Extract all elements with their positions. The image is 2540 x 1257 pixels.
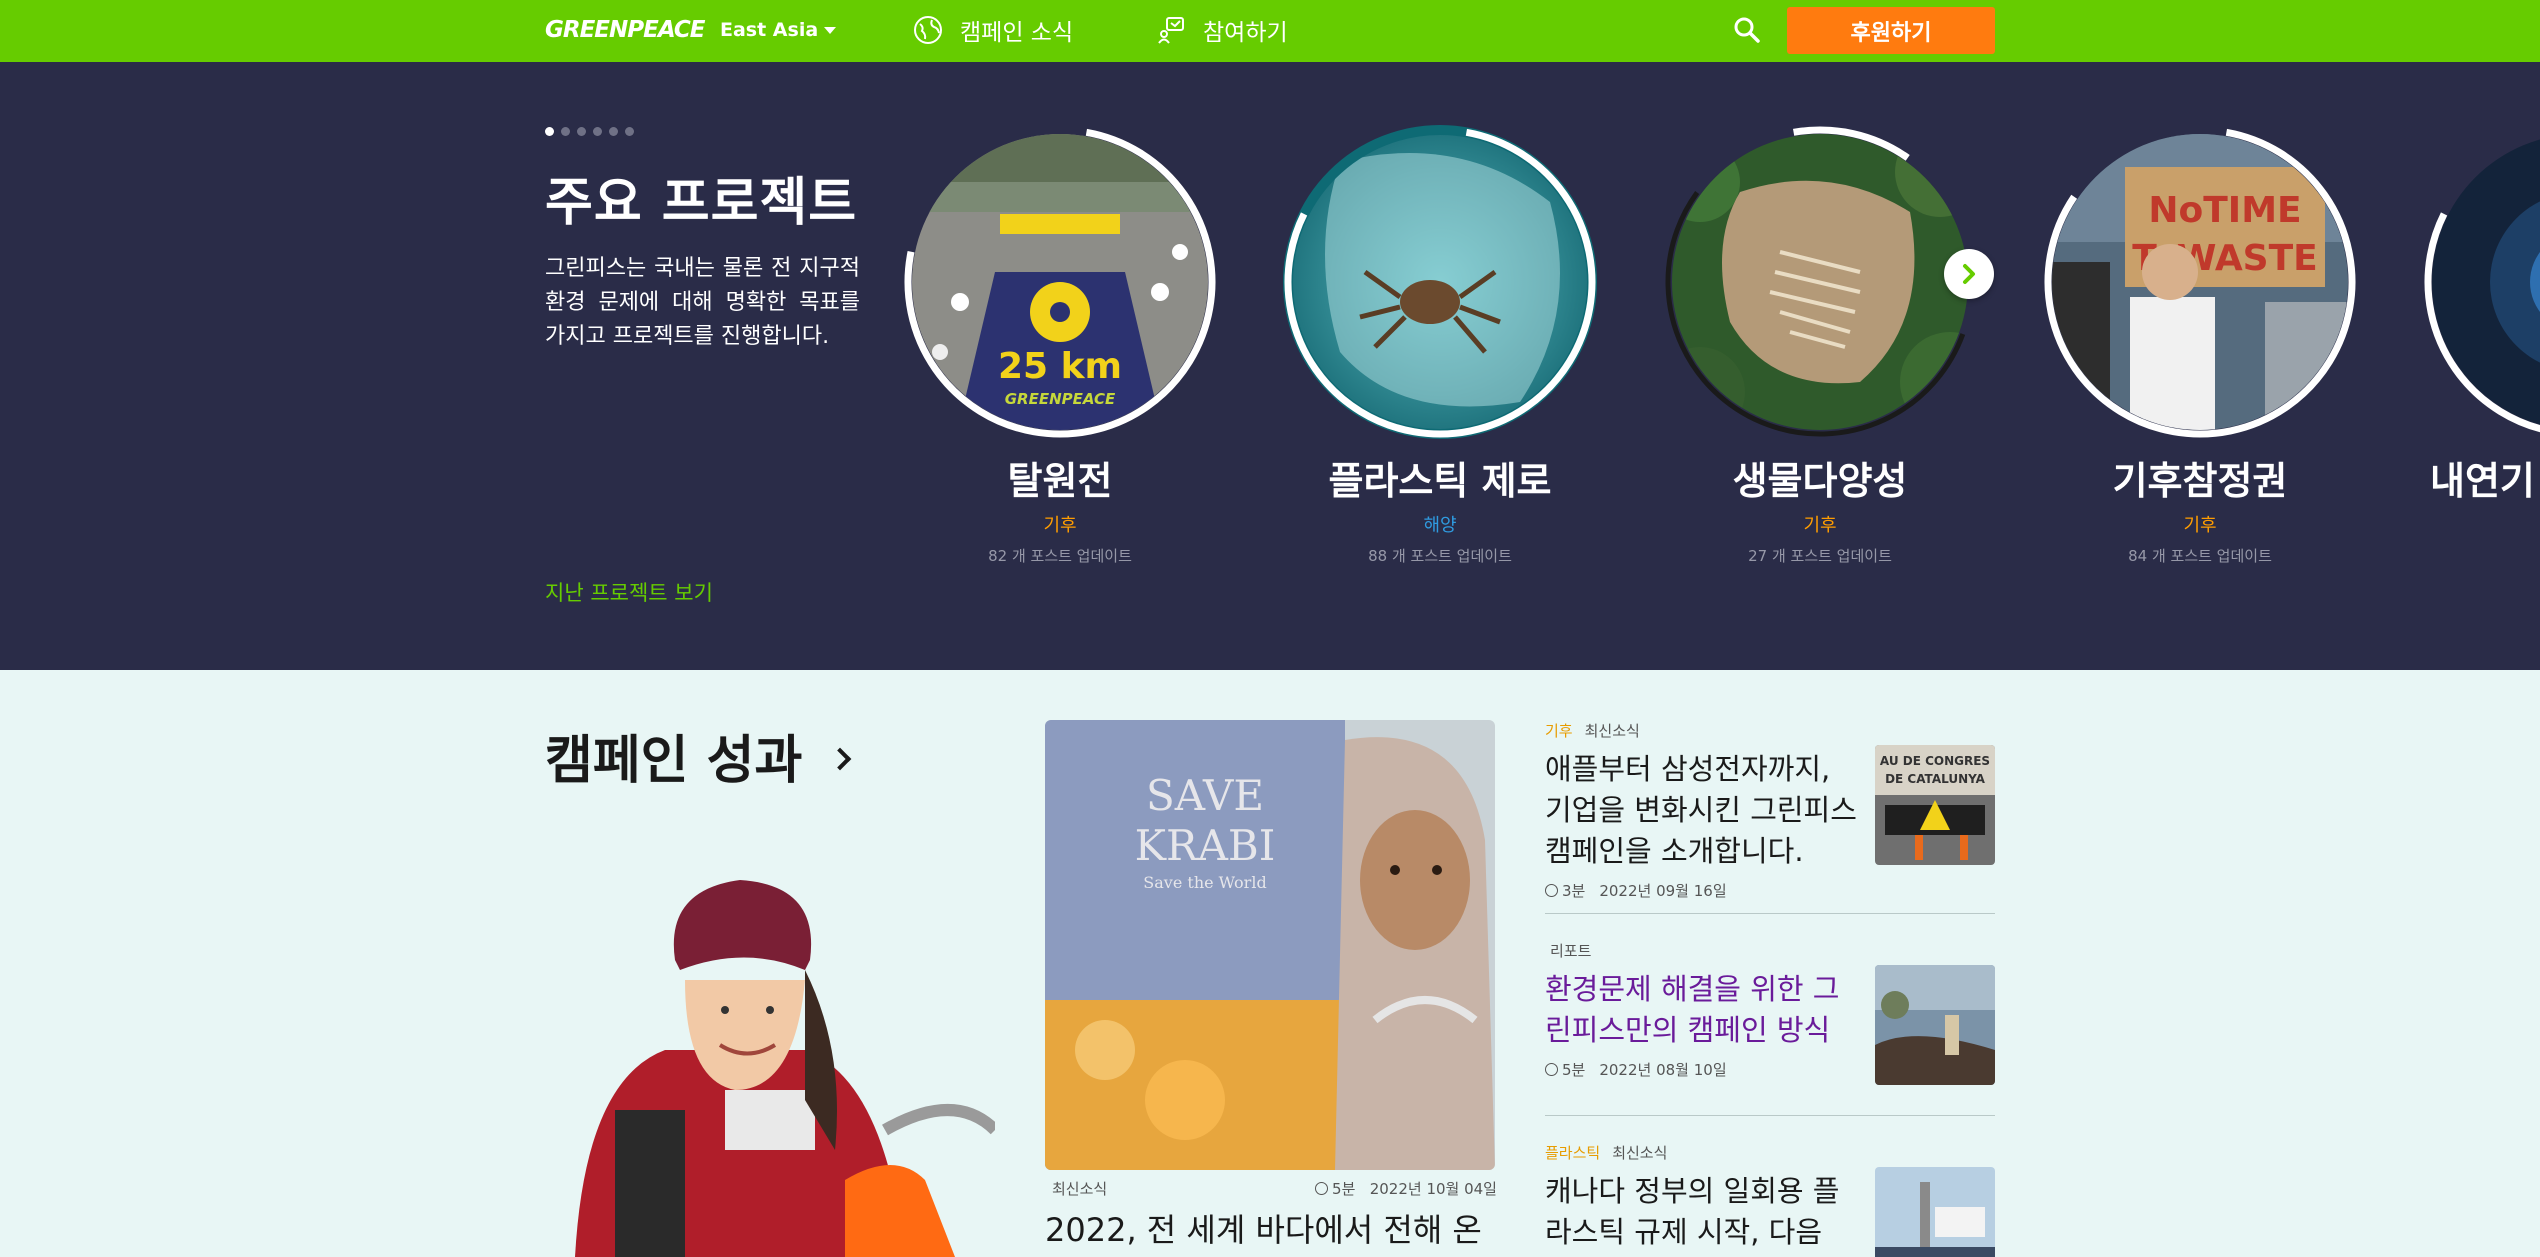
project-card-climate-suffrage[interactable]: NoTIME ToWASTE 기후참정권 기후 84 개 포스트 업데이트 xyxy=(2040,122,2360,566)
article-tag[interactable]: 리포트 xyxy=(1545,940,1591,961)
carousel-next-button[interactable] xyxy=(1944,249,1994,299)
svg-text:AU DE CONGRES: AU DE CONGRES xyxy=(1880,754,1990,768)
svg-text:25 km: 25 km xyxy=(998,346,1122,387)
project-post-count: 27 개 포스트 업데이트 xyxy=(1748,547,1892,565)
read-time: 5분 xyxy=(1562,1061,1586,1079)
project-card-nuclear[interactable]: 25 km GREENPEACE 탈원전 기후 82 개 포스트 업데이트 xyxy=(900,122,1220,566)
project-category[interactable]: 해양 xyxy=(1280,511,1600,537)
svg-text:GREENPEACE: GREENPEACE xyxy=(1005,390,1116,408)
article-tag[interactable]: 최신소식 xyxy=(1585,720,1640,741)
article-tags: 리포트 xyxy=(1545,940,1995,961)
featured-article-title[interactable]: 2022, 전 세계 바다에서 전해 온 기 xyxy=(1045,1205,1495,1257)
globe-icon xyxy=(914,16,942,44)
nav-participate[interactable]: 참여하기 xyxy=(1155,13,1288,47)
article-item: 리포트 환경문제 해결을 위한 그린피스만의 캠페인 방식 5분 2022년 0… xyxy=(1545,940,1995,1085)
article-title[interactable]: 캐나다 정부의 일회용 플라스틱 규제 시작, 다음은? xyxy=(1545,1171,1860,1257)
clock-icon xyxy=(1545,1063,1558,1076)
article-tag[interactable]: 최신소식 xyxy=(1612,1142,1667,1163)
project-name: 기후참정권 xyxy=(2112,459,2288,503)
section-title: 주요 프로젝트 xyxy=(545,173,858,233)
chevron-right-icon xyxy=(828,747,852,770)
chevron-down-icon xyxy=(824,26,837,34)
divider xyxy=(1545,913,1995,914)
article-meta: 3분 2022년 09월 16일 xyxy=(1545,880,1995,901)
region-selector[interactable]: East Asia xyxy=(720,19,837,41)
svg-text:KRABI: KRABI xyxy=(1135,821,1276,870)
project-image xyxy=(1280,122,1600,442)
region-label: East Asia xyxy=(720,19,819,41)
article-title[interactable]: 환경문제 해결을 위한 그린피스만의 캠페인 방식 xyxy=(1545,969,1860,1051)
project-image xyxy=(1660,122,1980,442)
project-category[interactable]: 기후 xyxy=(1660,511,1980,537)
top-header: GREENPEACE East Asia 캠페인 소식 참여하기 후원하기 xyxy=(0,0,2540,62)
chevron-right-icon xyxy=(1963,264,1975,284)
article-title[interactable]: 애플부터 삼성전자까지, 기업을 변화시킨 그린피스 캠페인을 소개합니다. xyxy=(1545,749,1860,872)
article-tags: 기후 최신소식 xyxy=(1545,720,1995,741)
read-time: 3분 xyxy=(1562,882,1586,900)
participate-icon xyxy=(1158,17,1184,44)
project-image: 25 km GREENPEACE xyxy=(900,122,1220,442)
divider xyxy=(1545,1115,1995,1116)
section-title: 캠페인 성과 xyxy=(545,731,803,791)
svg-text:Save the World: Save the World xyxy=(1143,873,1266,892)
project-name: 내연기 xyxy=(2430,459,2535,503)
project-category[interactable]: 기후 xyxy=(900,511,1220,537)
project-post-count: 82 개 포스트 업데이트 xyxy=(988,547,1132,565)
featured-projects-section: 주요 프로젝트 그린피스는 국내는 물론 전 지구적 환경 문제에 대해 명확한… xyxy=(0,62,2540,670)
project-post-count: 88 개 포스트 업데이트 xyxy=(1368,547,1512,565)
article-date: 2022년 09월 16일 xyxy=(1599,882,1727,900)
article-time-date: 5분 2022년 10월 04일 xyxy=(1315,1178,1497,1199)
activist-photo xyxy=(555,850,995,1257)
project-post-count: 84 개 포스트 업데이트 xyxy=(2128,547,2272,565)
section-description: 그린피스는 국내는 물론 전 지구적 환경 문제에 대해 명확한 목표를 가지고… xyxy=(545,256,860,349)
past-projects-link[interactable]: 지난 프로젝트 보기 xyxy=(545,577,713,607)
article-item: 플라스틱 최신소식 캐나다 정부의 일회용 플라스틱 규제 시작, 다음은? xyxy=(1545,1142,1995,1257)
svg-text:SAVE: SAVE xyxy=(1146,771,1264,820)
project-category[interactable]: 기후 xyxy=(2040,511,2360,537)
carousel-dot[interactable] xyxy=(593,127,602,136)
featured-article-image[interactable]: SAVE KRABI Save the World xyxy=(1045,720,1495,1170)
read-time: 5분 xyxy=(1332,1180,1356,1198)
donate-button[interactable]: 후원하기 xyxy=(1787,7,1995,54)
article-thumbnail[interactable] xyxy=(1875,1167,1995,1257)
project-card-plastic-zero[interactable]: 플라스틱 제로 해양 88 개 포스트 업데이트 xyxy=(1280,122,1600,566)
carousel-pagination xyxy=(545,127,634,136)
carousel-dot[interactable] xyxy=(609,127,618,136)
project-name: 탈원전 xyxy=(1007,459,1113,503)
project-image: NoTIME ToWASTE xyxy=(2040,122,2360,442)
article-tag[interactable]: 최신소식 xyxy=(1052,1178,1107,1199)
nav-campaign-news[interactable]: 캠페인 소식 xyxy=(912,13,1073,47)
carousel-dot[interactable] xyxy=(577,127,586,136)
article-thumbnail[interactable]: AU DE CONGRES DE CATALUNYA xyxy=(1875,745,1995,865)
nav-label: 캠페인 소식 xyxy=(960,20,1074,46)
project-card-ice-vehicle[interactable]: 내연기 xyxy=(2420,122,2540,505)
article-thumbnail[interactable] xyxy=(1875,965,1995,1085)
article-date: 2022년 10월 04일 xyxy=(1369,1180,1497,1198)
article-tag[interactable]: 기후 xyxy=(1545,720,1573,741)
clock-icon xyxy=(1545,884,1558,897)
featured-article-meta: 최신소식 5분 2022년 10월 04일 xyxy=(1052,1178,1497,1199)
nav-label: 참여하기 xyxy=(1203,20,1288,46)
carousel-dot[interactable] xyxy=(625,127,634,136)
clock-icon xyxy=(1315,1182,1329,1195)
article-tag[interactable]: 플라스틱 xyxy=(1545,1142,1600,1163)
search-icon[interactable] xyxy=(1733,16,1761,44)
carousel-dot[interactable] xyxy=(561,127,570,136)
article-tags: 플라스틱 최신소식 xyxy=(1545,1142,1995,1163)
article-item: 기후 최신소식 애플부터 삼성전자까지, 기업을 변화시킨 그린피스 캠페인을 … xyxy=(1545,720,1995,901)
project-name: 생물다양성 xyxy=(1732,459,1908,503)
campaign-achievements-heading[interactable]: 캠페인 성과 xyxy=(545,718,852,793)
article-date: 2022년 08월 10일 xyxy=(1599,1061,1727,1079)
project-name: 플라스틱 제로 xyxy=(1328,459,1552,503)
svg-text:DE CATALUNYA: DE CATALUNYA xyxy=(1885,772,1986,786)
svg-text:NoTIME: NoTIME xyxy=(2148,190,2301,231)
carousel-dot[interactable] xyxy=(545,127,554,136)
project-card-biodiversity[interactable]: 생물다양성 기후 27 개 포스트 업데이트 xyxy=(1660,122,1980,566)
project-image xyxy=(2420,122,2540,442)
greenpeace-logo[interactable]: GREENPEACE xyxy=(545,17,706,43)
